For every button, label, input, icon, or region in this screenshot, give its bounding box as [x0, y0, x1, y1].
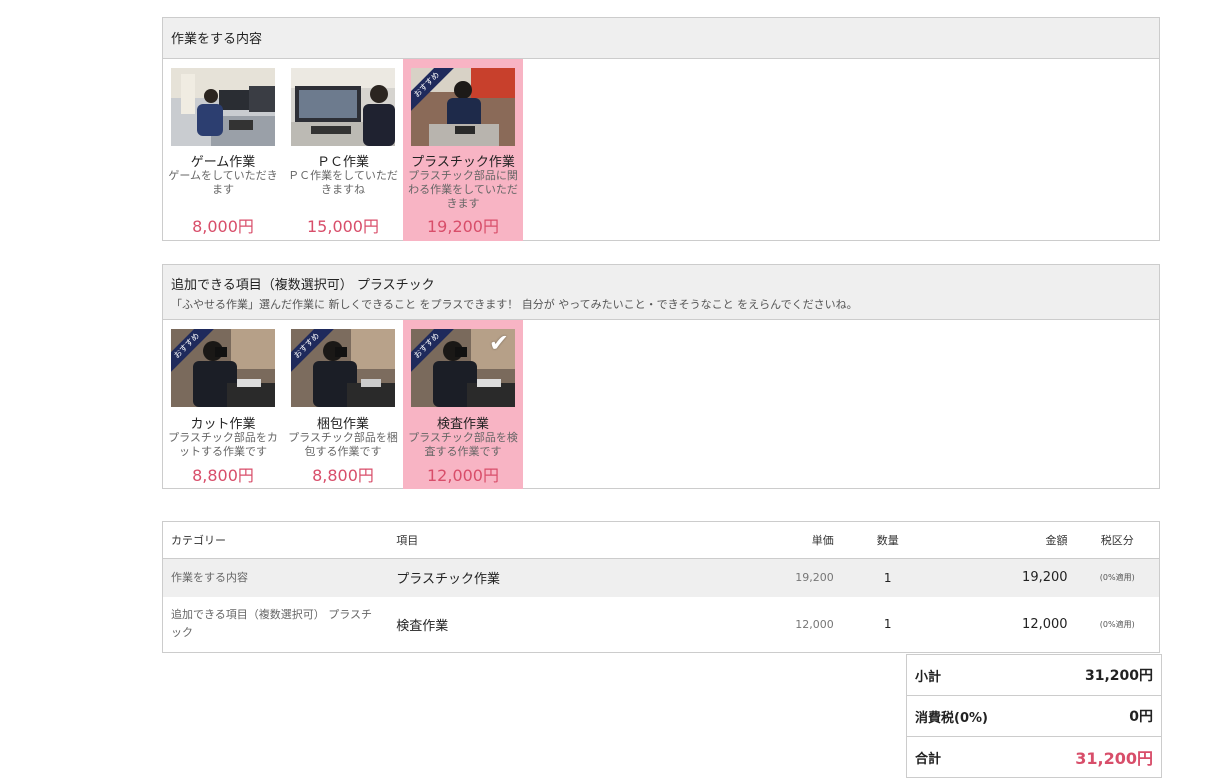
row-amount: 19,200 — [1022, 570, 1068, 586]
card-price: 12,000円 — [427, 466, 499, 485]
table-header-row: カテゴリー 項目 単価 数量 金額 税区分 — [162, 521, 1160, 559]
card-name: ＰＣ作業 — [316, 155, 369, 170]
row-unit-price: 19,200 — [795, 571, 834, 585]
col-header-item: 項目 — [388, 521, 648, 559]
card-photo — [171, 68, 275, 146]
total-row: 合計 31,200円 — [907, 736, 1161, 777]
card-description: プラスチック部品を検査する作業です — [408, 431, 518, 458]
card-price: 8,000円 — [192, 217, 254, 236]
col-header-amount: 金額 — [933, 521, 1076, 559]
card-list: おすすめ カット作業 プラスチック部品をカットする作業です 8,800円 おすす… — [163, 320, 1159, 489]
work-content-panel: 作業をする内容 ゲーム作業 ゲームをしていただきます 8,000円 ＰＣ作業 Ｐ… — [162, 17, 1160, 241]
card-price: 15,000円 — [307, 217, 379, 236]
panel-subtitle: 「ふやせる作業」選んだ作業に 新しくできること をプラスできます！ 自分が やっ… — [171, 298, 858, 311]
col-header-unit-price: 単価 — [647, 521, 842, 559]
totals-box: 小計 31,200円 消費税(0%) 0円 合計 31,200円 — [906, 654, 1162, 778]
option-card-inspection[interactable]: おすすめ ✔ 検査作業 プラスチック部品を検査する作業です 12,000円 — [403, 320, 523, 489]
row-tax: (0%適用) — [1099, 573, 1135, 583]
card-name: 検査作業 — [436, 417, 489, 432]
card-name: プラスチック作業 — [411, 155, 515, 170]
col-header-tax-class: 税区分 — [1075, 521, 1160, 559]
col-header-category: カテゴリー — [162, 521, 389, 559]
total-label: 合計 — [915, 751, 942, 767]
card-price: 8,800円 — [312, 466, 374, 485]
tax-label: 消費税(0%) — [915, 710, 988, 726]
table-row: 作業をする内容 プラスチック作業 19,200 1 19,200 (0%適用) — [162, 558, 1160, 597]
row-quantity: 1 — [883, 617, 892, 632]
panel-title: 作業をする内容 — [171, 32, 263, 47]
row-category: 作業をする内容 — [171, 570, 248, 584]
card-photo: おすすめ — [291, 329, 395, 407]
tax-value: 0円 — [1129, 709, 1153, 725]
card-name: カット作業 — [190, 417, 256, 432]
col-header-quantity: 数量 — [841, 521, 934, 559]
card-photo — [291, 68, 395, 146]
card-list: ゲーム作業 ゲームをしていただきます 8,000円 ＰＣ作業 ＰＣ作業をしていた… — [163, 59, 1159, 241]
subtotal-row: 小計 31,200円 — [907, 654, 1161, 695]
subtotal-label: 小計 — [915, 669, 942, 685]
card-photo: おすすめ ✔ — [411, 329, 515, 407]
panel-header: 追加できる項目（複数選択可） プラスチック 「ふやせる作業」選んだ作業に 新しく… — [163, 265, 1159, 320]
panel-title: 追加できる項目（複数選択可） プラスチック — [171, 278, 435, 293]
card-photo: おすすめ — [171, 329, 275, 407]
card-description: ゲームをしていただきます — [168, 169, 278, 196]
option-card-packing[interactable]: おすすめ 梱包作業 プラスチック部品を梱包する作業です 8,800円 — [283, 320, 403, 489]
option-card-plastic[interactable]: おすすめ プラスチック作業 プラスチック部品に関わる作業をしていただきます 19… — [403, 59, 523, 241]
row-category: 追加できる項目（複数選択可） プラスチック — [171, 608, 373, 640]
additional-items-panel: 追加できる項目（複数選択可） プラスチック 「ふやせる作業」選んだ作業に 新しく… — [162, 264, 1160, 489]
total-value: 31,200円 — [1075, 749, 1153, 768]
table-row: 追加できる項目（複数選択可） プラスチック 検査作業 12,000 1 12,0… — [162, 596, 1160, 653]
card-description: プラスチック部品を梱包する作業です — [288, 431, 398, 458]
order-summary-table: カテゴリー 項目 単価 数量 金額 税区分 作業をする内容 プラスチック作業 1… — [162, 521, 1160, 653]
option-card-pc[interactable]: ＰＣ作業 ＰＣ作業をしていただきますね 15,000円 — [283, 59, 403, 241]
card-description: ＰＣ作業をしていただきますね — [288, 169, 398, 196]
checkmark-icon: ✔ — [488, 329, 509, 357]
panel-header: 作業をする内容 — [163, 18, 1159, 59]
tax-row: 消費税(0%) 0円 — [907, 695, 1161, 736]
row-item: プラスチック作業 — [396, 572, 500, 588]
card-price: 19,200円 — [427, 217, 499, 236]
row-tax: (0%適用) — [1099, 619, 1135, 629]
option-card-game[interactable]: ゲーム作業 ゲームをしていただきます 8,000円 — [163, 59, 283, 241]
row-item: 検査作業 — [396, 618, 449, 634]
row-amount: 12,000 — [1022, 616, 1068, 632]
row-quantity: 1 — [883, 570, 892, 585]
card-name: 梱包作業 — [316, 417, 369, 432]
card-description: プラスチック部品に関わる作業をしていただきます — [408, 169, 518, 210]
card-photo: おすすめ — [411, 68, 515, 146]
card-description: プラスチック部品をカットする作業です — [168, 431, 278, 458]
card-price: 8,800円 — [192, 466, 254, 485]
option-card-cut[interactable]: おすすめ カット作業 プラスチック部品をカットする作業です 8,800円 — [163, 320, 283, 489]
subtotal-value: 31,200円 — [1084, 668, 1153, 684]
row-unit-price: 12,000 — [795, 617, 834, 631]
card-name: ゲーム作業 — [190, 155, 256, 170]
